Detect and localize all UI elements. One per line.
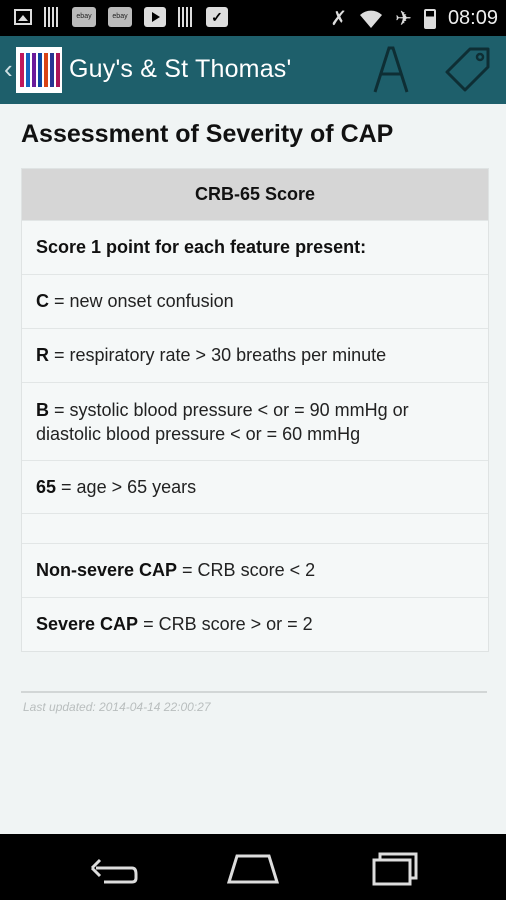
ebay-icon: ebay [108,7,132,27]
outcome-non-severe: Non-severe CAP = CRB score < 2 [36,560,316,580]
table-row: Non-severe CAP = CRB score < 2 [22,543,488,597]
table-header: CRB-65 Score [22,169,488,220]
content-area: Assessment of Severity of CAP CRB-65 Sco… [0,104,506,834]
action-bar: ‹ Guy's & St Thomas' [0,36,506,104]
font-size-icon[interactable] [371,42,411,98]
criterion-65: 65 = age > 65 years [36,476,197,497]
ebay-icon: ebay [72,7,96,27]
outcome-severe: Severe CAP = CRB score > or = 2 [36,614,313,634]
system-icons: ✗ ✈ 08:09 [330,6,498,31]
table-row: C = new onset confusion [22,274,488,328]
tag-icon[interactable] [444,46,492,94]
last-updated: Last updated: 2014-04-14 22:00:27 [23,700,211,714]
vibrate-off-icon: ✗ [330,8,348,30]
criterion-c: C = new onset confusion [36,291,234,311]
divider [21,691,487,693]
page-title: Assessment of Severity of CAP [21,120,394,148]
table-row-empty [22,513,488,543]
battery-icon [423,8,436,29]
criterion-b: B = systolic blood pressure < or = 90 mm… [36,399,409,444]
app-logo[interactable] [16,47,62,93]
up-navigation-icon[interactable]: ‹ [4,56,13,82]
status-bar: ebay ebay ✓ ✗ ✈ 08:09 [0,0,506,36]
checklist-icon: ✓ [206,7,228,27]
navigation-bar [0,834,506,900]
table-row: B = systolic blood pressure < or = 90 mm… [22,382,488,460]
table-row: Severe CAP = CRB score > or = 2 [22,597,488,651]
app-title: Guy's & St Thomas' [69,55,292,83]
clock: 08:09 [447,7,498,29]
table-row: 65 = age > 65 years [22,460,488,513]
crb65-table: CRB-65 Score Score 1 point for each feat… [21,168,489,652]
airplane-icon: ✈ [395,8,412,30]
wifi-icon [360,10,383,28]
image-icon [14,9,32,25]
notification-icons: ebay ebay ✓ [14,7,228,27]
barcode-icon [44,7,60,27]
table-row: R = respiratory rate > 30 breaths per mi… [22,328,488,382]
play-store-icon [144,7,166,27]
criterion-r: R = respiratory rate > 30 breaths per mi… [36,345,387,365]
back-icon[interactable] [82,848,142,888]
home-icon[interactable] [223,848,283,888]
barcode-icon [178,7,194,27]
recents-icon[interactable] [364,848,424,888]
intro-text: Score 1 point for each feature present: [36,237,367,257]
table-row: Score 1 point for each feature present: [22,220,488,274]
